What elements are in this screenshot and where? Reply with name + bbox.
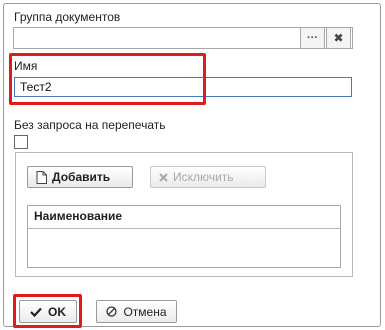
exclude-button-label: Исключить — [173, 170, 234, 184]
cancel-icon — [106, 306, 118, 317]
name-highlight-box — [9, 53, 206, 105]
exclude-button[interactable]: Исключить — [150, 166, 266, 188]
column-header-name[interactable]: Наименование — [28, 206, 340, 229]
cancel-button[interactable]: Отмена — [96, 300, 177, 323]
ok-highlight-box — [13, 294, 82, 328]
documents-table[interactable]: Наименование — [27, 205, 341, 268]
no-prompt-label: Без запроса на перепечать — [14, 118, 166, 132]
no-prompt-checkbox[interactable] — [14, 135, 28, 149]
document-icon — [36, 170, 47, 184]
group-select-button[interactable]: ··· — [300, 27, 325, 49]
cancel-button-label: Отмена — [123, 304, 167, 319]
group-label: Группа документов — [14, 10, 121, 24]
add-button[interactable]: Добавить — [27, 166, 133, 188]
group-clear-button[interactable]: ✖ — [326, 27, 351, 49]
add-button-label: Добавить — [52, 170, 111, 184]
close-icon — [159, 172, 168, 182]
